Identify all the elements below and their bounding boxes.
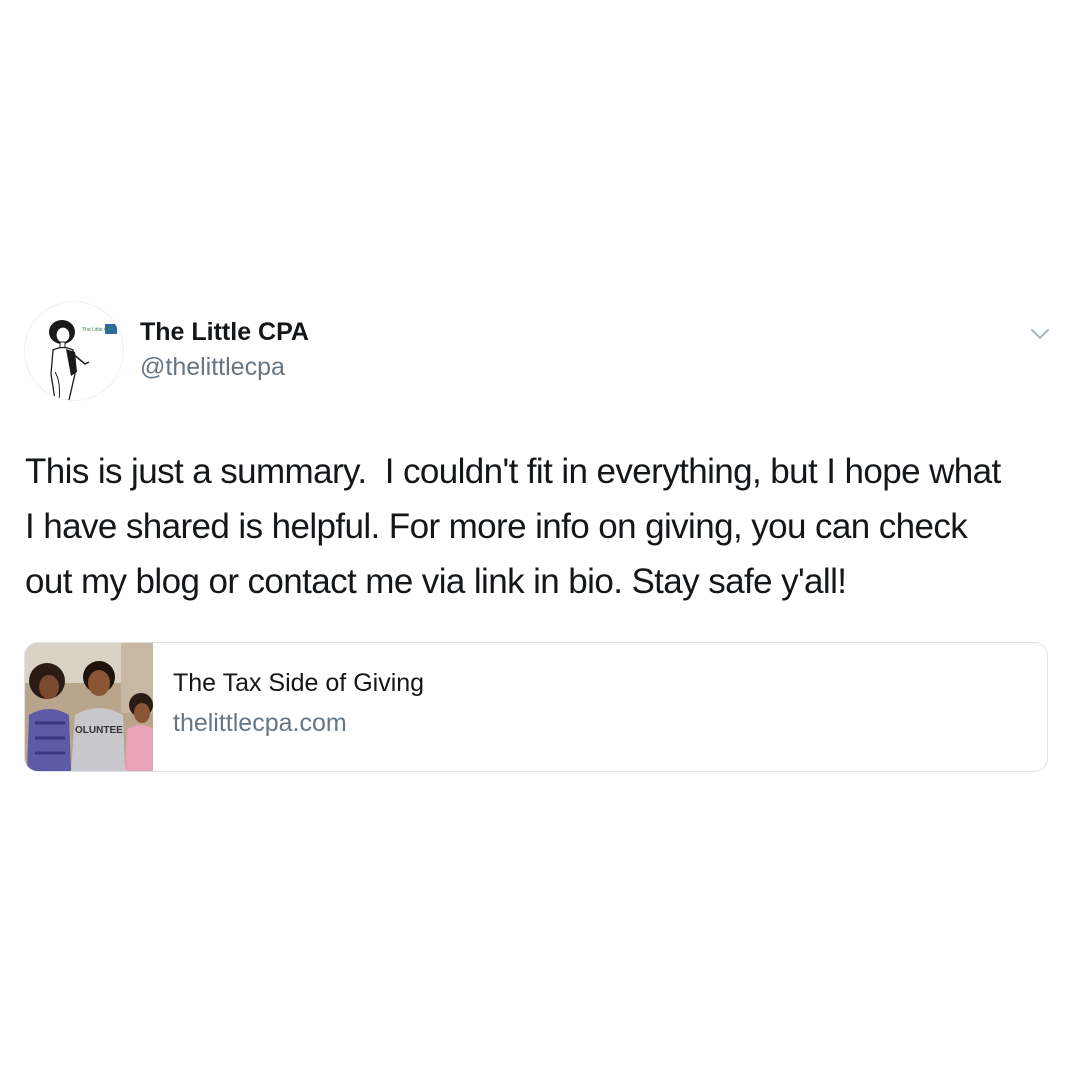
chevron-down-icon[interactable]: [1026, 324, 1054, 344]
avatar-illustration: The Little CPA: [25, 302, 123, 400]
avatar-logo-text: The Little CPA: [82, 327, 115, 333]
card-domain[interactable]: thelittlecpa.com: [173, 709, 347, 738]
card-title[interactable]: The Tax Side of Giving: [173, 669, 424, 698]
thumbnail-shirt-text: OLUNTEE: [75, 725, 123, 736]
display-name[interactable]: The Little CPA: [140, 318, 309, 347]
username-handle[interactable]: @thelittlecpa: [140, 353, 285, 382]
card-thumbnail: OLUNTEE: [25, 643, 153, 771]
tweet: The Little CPA The Little CPA @thelittle…: [0, 0, 1080, 1080]
tweet-text: This is just a summary. I couldn't fit i…: [25, 452, 1001, 601]
link-card[interactable]: OLUNTEE The Tax Side of Giving thelittle…: [24, 642, 1048, 772]
avatar[interactable]: The Little CPA: [25, 302, 123, 400]
